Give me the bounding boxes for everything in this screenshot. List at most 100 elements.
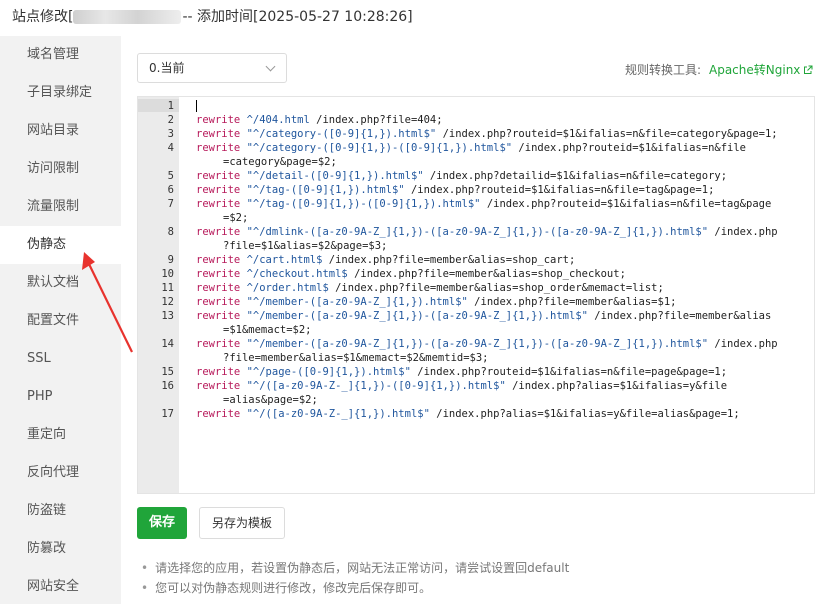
code-text: rewrite ^/cart.html$ /index.php?file=mem… <box>174 253 575 267</box>
code-text: rewrite "^/tag-([0-9]{1,}).html$" /index… <box>174 183 714 197</box>
code-line: 5 rewrite "^/detail-([0-9]{1,}).html$" /i… <box>138 169 814 183</box>
code-line: 3 rewrite "^/category-([0-9]{1,}).html$" … <box>138 127 814 141</box>
sidebar-item[interactable]: 防篡改 <box>0 530 121 568</box>
code-text: rewrite ^/404.html /index.php?file=404; <box>174 113 443 127</box>
rewrite-template-select[interactable]: 0.当前 <box>137 53 287 83</box>
rewrite-target: /index.php?file=404; <box>309 114 443 126</box>
rewrite-target: /index.php?routeid=$1&ifalias=n&file=cat… <box>436 128 778 140</box>
sidebar-item[interactable]: 网站安全 <box>0 568 121 606</box>
line-number: 10 <box>161 268 174 280</box>
line-number: 3 <box>167 128 174 140</box>
code-line-wrap: ?file=member&alias=$1&memact=$2&memtid=$… <box>138 351 814 365</box>
code-text: rewrite "^/category-([0-9]{1,})-([0-9]{1… <box>174 141 746 155</box>
rewrite-target: /index.php <box>708 338 778 350</box>
rewrite-pattern: "^/page-([0-9]{1,}).html$" <box>246 366 411 378</box>
code-text: rewrite "^/dmlink-([a-z0-9A-Z_]{1,})-([a… <box>174 225 778 239</box>
wrapped-code-text: =$2; <box>223 212 249 224</box>
rewrite-pattern: ^/404.html <box>246 114 310 126</box>
rewrite-target: /index.php?file=member&alias=shop_cart; <box>322 254 576 266</box>
code-line: 10 rewrite ^/checkout.html$ /index.php?fi… <box>138 267 814 281</box>
rewrite-target: /index.php?alias=$1&ifalias=y&file=alias… <box>429 408 740 420</box>
annotation-arrow-icon <box>82 252 133 353</box>
rewrite-code-editor[interactable]: 1 2 rewrite ^/404.html /index.php?file=404… <box>137 96 815 494</box>
code-text: rewrite "^/member-([a-z0-9A-Z_]{1,})-([a… <box>174 309 771 323</box>
code-line-wrap: =$2; <box>138 211 814 225</box>
line-number-blank <box>138 239 174 253</box>
line-number: 9 <box>167 254 174 266</box>
wrapped-code-text: =category&page=$2; <box>223 156 337 168</box>
rewrite-pattern: "^/tag-([0-9]{1,}).html$" <box>246 184 405 196</box>
rewrite-pattern: "^/member-([a-z0-9A-Z_]{1,})-([a-z0-9A-Z… <box>246 310 588 322</box>
line-number: 16 <box>161 380 174 392</box>
code-text: rewrite "^/member-([a-z0-9A-Z_]{1,}).htm… <box>174 295 676 309</box>
redacted-domain <box>73 10 182 24</box>
chevron-down-icon <box>265 61 276 72</box>
line-number: 2 <box>167 114 174 126</box>
rewrite-keyword: rewrite <box>196 184 241 196</box>
line-number: 4 <box>167 142 174 154</box>
code-line: 14 rewrite "^/member-([a-z0-9A-Z_]{1,})-(… <box>138 337 814 351</box>
code-line: 16 rewrite "^/([a-z0-9A-Z-_]{1,})-([0-9]{… <box>138 379 814 393</box>
sidebar-item[interactable]: 重定向 <box>0 416 121 454</box>
external-link-icon <box>804 65 813 74</box>
wrapped-code-text: ?file=member&alias=$1&memact=$2&memtid=$… <box>223 352 489 364</box>
rewrite-keyword: rewrite <box>196 310 241 322</box>
code-line: 1 <box>138 99 814 113</box>
sidebar-item[interactable]: 子目录绑定 <box>0 74 121 112</box>
title-prefix: 站点修改[ <box>12 9 74 25</box>
code-text: rewrite "^/category-([0-9]{1,}).html$" /… <box>174 127 778 141</box>
dialog-title: 站点修改[-- 添加时间[2025-05-27 10:28:26] <box>0 0 830 34</box>
rewrite-target: /index.php?alias=$1&ifalias=y&file <box>505 380 728 392</box>
code-line: 4 rewrite "^/category-([0-9]{1,})-([0-9]{… <box>138 141 814 155</box>
code-line: 8 rewrite "^/dmlink-([a-z0-9A-Z_]{1,})-([… <box>138 225 814 239</box>
rewrite-target: /index.php <box>708 226 778 238</box>
save-button[interactable]: 保存 <box>137 507 187 539</box>
rewrite-target: /index.php?detailid=$1&ifalias=n&file=ca… <box>423 170 728 182</box>
rewrite-keyword: rewrite <box>196 198 241 210</box>
wrapped-code-text: =alias&page=$2; <box>223 394 318 406</box>
sidebar-item[interactable]: 网站目录 <box>0 112 121 150</box>
line-number: 11 <box>161 282 174 294</box>
rewrite-keyword: rewrite <box>196 296 241 308</box>
rewrite-pattern: "^/tag-([0-9]{1,})-([0-9]{1,}).html$" <box>246 198 481 210</box>
sidebar-item[interactable]: 反向代理 <box>0 454 121 492</box>
code-line-wrap: =$1&memact=$2; <box>138 323 814 337</box>
code-text: rewrite "^/member-([a-z0-9A-Z_]{1,})-([a… <box>174 337 778 351</box>
code-line: 17 rewrite "^/([a-z0-9A-Z-_]{1,}).html$" … <box>138 407 814 421</box>
code-lines: 1 2 rewrite ^/404.html /index.php?file=404… <box>138 99 814 421</box>
line-number: 13 <box>161 310 174 322</box>
rewrite-pattern: "^/detail-([0-9]{1,}).html$" <box>246 170 424 182</box>
tip-item: 您可以对伪静态规则进行修改，修改完后保存即可。 <box>141 578 569 598</box>
rewrite-keyword: rewrite <box>196 114 241 126</box>
rewrite-pattern: "^/([a-z0-9A-Z-_]{1,})-([0-9]{1,}).html$… <box>246 380 506 392</box>
rewrite-keyword: rewrite <box>196 170 241 182</box>
line-number: 14 <box>161 338 174 350</box>
rewrite-keyword: rewrite <box>196 226 241 238</box>
rewrite-target: /index.php?file=member&alias=$1; <box>467 296 677 308</box>
save-as-template-button[interactable]: 另存为模板 <box>199 507 285 539</box>
code-text: rewrite "^/page-([0-9]{1,}).html$" /inde… <box>174 365 727 379</box>
rewrite-pattern: "^/dmlink-([a-z0-9A-Z_]{1,})-([a-z0-9A-Z… <box>246 226 709 238</box>
line-number-blank <box>138 155 174 169</box>
rewrite-pattern: "^/member-([a-z0-9A-Z_]{1,})-([a-z0-9A-Z… <box>246 338 709 350</box>
rewrite-keyword: rewrite <box>196 282 241 294</box>
rewrite-keyword: rewrite <box>196 380 241 392</box>
rewrite-pattern: "^/category-([0-9]{1,}).html$" <box>246 128 437 140</box>
line-number: 8 <box>167 226 174 238</box>
sidebar-item[interactable]: 流量限制 <box>0 188 121 226</box>
rewrite-target: /index.php?routeid=$1&ifalias=n&file=tag… <box>404 184 715 196</box>
sidebar-item[interactable]: PHP <box>0 378 121 416</box>
line-number: 17 <box>161 408 174 420</box>
line-number: 12 <box>161 296 174 308</box>
line-number: 6 <box>167 184 174 196</box>
tip-item: 请选择您的应用，若设置伪静态后，网站无法正常访问，请尝试设置回default <box>141 558 569 578</box>
rewrite-keyword: rewrite <box>196 408 241 420</box>
rewrite-target: /index.php?routeid=$1&ifalias=n&file <box>512 142 747 154</box>
rule-converter-link[interactable]: Apache转Nginx <box>709 61 813 78</box>
rewrite-target: /index.php?routeid=$1&ifalias=n&file=tag… <box>480 198 772 210</box>
line-number: 5 <box>167 170 174 182</box>
code-line-wrap: =alias&page=$2; <box>138 393 814 407</box>
sidebar-item[interactable]: 域名管理 <box>0 36 121 74</box>
sidebar-item[interactable]: 访问限制 <box>0 150 121 188</box>
sidebar-item[interactable]: 防盗链 <box>0 492 121 530</box>
